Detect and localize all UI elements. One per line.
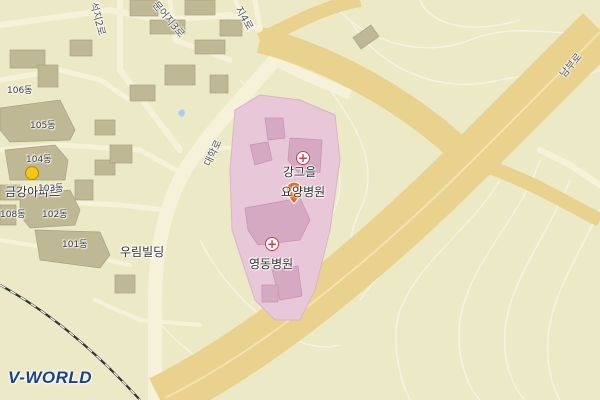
building-number-label: 104동 — [26, 155, 52, 165]
building-number-label: 102동 — [42, 210, 68, 220]
hospital-icon[interactable]: + — [265, 237, 279, 251]
poi-label-building[interactable]: 우림빌딩 — [120, 243, 164, 260]
building-number-label: 106동 — [7, 86, 33, 96]
apartment-icon[interactable] — [25, 166, 39, 180]
map-canvas[interactable]: + + 강그을 요양병원 영동병원 우림빌딩 금강아파트 106동 105동 1… — [0, 0, 600, 400]
poi-label-hospital-1-line2[interactable]: 요양병원 — [281, 183, 325, 200]
poi-label-hospital-2[interactable]: 영동병원 — [249, 255, 293, 272]
poi-label-hospital-1-line1[interactable]: 강그을 — [283, 163, 316, 180]
vworld-logo: V-WORLD — [8, 368, 93, 387]
building-number-label: 101동 — [62, 240, 88, 250]
building-number-label: 105동 — [30, 121, 56, 131]
building-number-label: 103동 — [38, 184, 64, 194]
building-number-label: 108동 — [0, 210, 26, 220]
